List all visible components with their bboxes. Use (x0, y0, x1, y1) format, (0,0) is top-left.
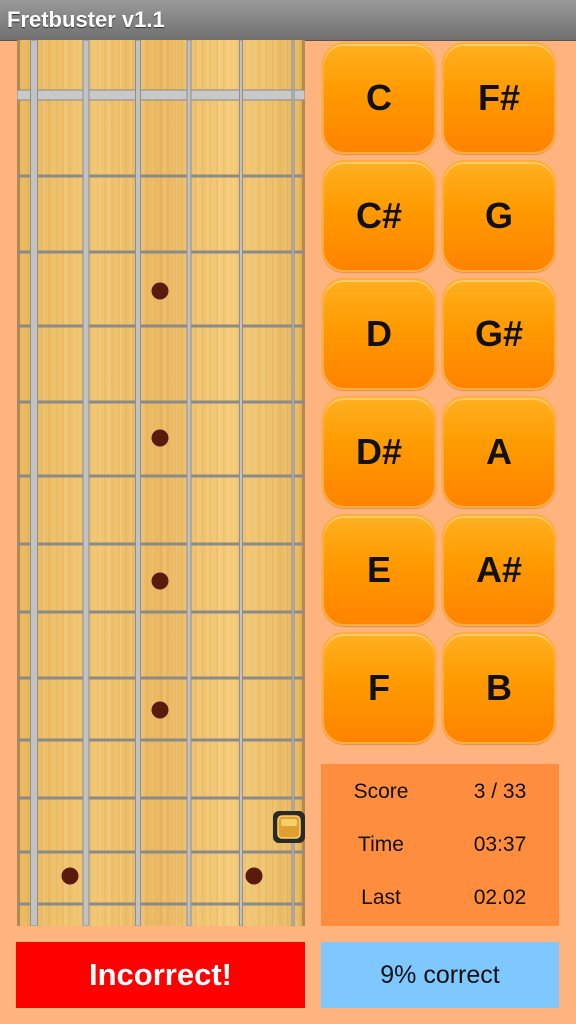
note-button[interactable]: E (322, 514, 436, 626)
last-value: 02.02 (473, 886, 527, 909)
fret-wire (17, 542, 305, 546)
nut (17, 89, 305, 101)
percent-correct: 9% correct (321, 942, 559, 1008)
guitar-string (186, 40, 192, 926)
fret-wire (17, 850, 305, 854)
stats-panel: Score 3 / 33 Time 03:37 Last 02.02 (321, 764, 559, 926)
note-button[interactable]: G# (442, 278, 556, 390)
fret-wire (17, 474, 305, 478)
fret-dot (151, 572, 169, 590)
fret-wire (17, 902, 305, 906)
fret-wire (17, 676, 305, 680)
app-title: Fretbuster v1.1 (7, 7, 165, 32)
fret-wire (17, 250, 305, 254)
note-button[interactable]: D# (322, 396, 436, 508)
guitar-string (239, 40, 243, 926)
note-button[interactable]: C# (322, 160, 436, 272)
fret-dot (151, 282, 169, 300)
last-row: Last 02.02 (321, 886, 559, 916)
guitar-string (291, 40, 295, 926)
fretboard-overlay[interactable] (17, 40, 305, 926)
time-label: Time (358, 833, 404, 856)
guitar-string (135, 40, 141, 926)
note-button[interactable]: F# (442, 42, 556, 154)
fret-wire (17, 610, 305, 614)
fret-dot (151, 429, 169, 447)
fret-dot (151, 701, 169, 719)
score-label: Score (353, 780, 409, 803)
note-button[interactable]: F (322, 632, 436, 744)
fret-dot (61, 867, 79, 885)
note-button[interactable]: A (442, 396, 556, 508)
guitar-string (82, 40, 90, 926)
time-value: 03:37 (473, 833, 527, 856)
note-button[interactable]: C (322, 42, 436, 154)
note-button[interactable]: G (442, 160, 556, 272)
result-banner: Incorrect! (16, 942, 305, 1008)
time-row: Time 03:37 (321, 833, 559, 863)
fret-wire (17, 174, 305, 178)
selected-note-marker[interactable] (273, 811, 305, 843)
score-row: Score 3 / 33 (321, 780, 559, 810)
fret-wire (17, 400, 305, 404)
strings (30, 40, 295, 926)
fret-wire (17, 796, 305, 800)
frets (17, 89, 305, 906)
note-button[interactable]: B (442, 632, 556, 744)
fret-wire (17, 738, 305, 742)
fret-wire (17, 324, 305, 328)
title-bar: Fretbuster v1.1 (0, 0, 576, 41)
note-button[interactable]: A# (442, 514, 556, 626)
score-value: 3 / 33 (473, 780, 527, 803)
last-label: Last (361, 886, 401, 909)
fret-dot (245, 867, 263, 885)
fret-markers (61, 282, 263, 885)
note-button[interactable]: D (322, 278, 436, 390)
guitar-string (30, 40, 38, 926)
